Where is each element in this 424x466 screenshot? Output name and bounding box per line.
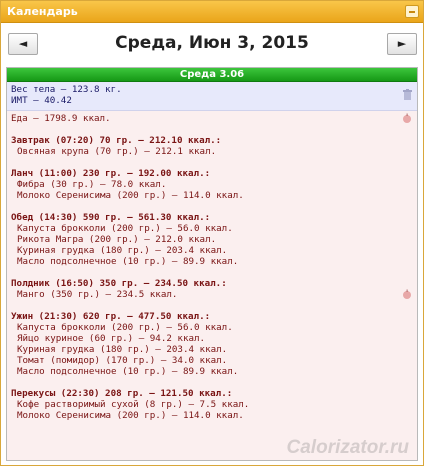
meal-item: Фибра (30 гр.) — 78.0 ккал. bbox=[17, 179, 167, 190]
meal-title: Обед (14:30) 590 гр. — 561.30 ккал.: bbox=[11, 212, 211, 223]
meal-item: Овсяная крупа (70 гр.) — 212.1 ккал. bbox=[17, 146, 217, 157]
meal-title: Ланч (11:00) 230 гр. — 192.00 ккал.: bbox=[11, 168, 211, 179]
body-weight: Вес тела — 123.8 кг. bbox=[11, 84, 122, 95]
meal-item: Масло подсолнечное (10 гр.) — 89.9 ккал. bbox=[17, 366, 239, 377]
date-heading: Среда, Июн 3, 2015 bbox=[115, 33, 309, 53]
prev-day-button[interactable]: ◄ bbox=[8, 33, 38, 55]
body-stats-block: Вес тела — 123.8 кг. ИМТ — 40.42 bbox=[7, 82, 417, 111]
calendar-widget: Календарь ◄ Среда, Июн 3, 2015 ► Среда 3… bbox=[0, 0, 424, 466]
meal-item: Капуста брокколи (200 гр.) — 56.0 ккал. bbox=[17, 322, 233, 333]
food-block: Еда — 1798.9 ккал. Завтрак (07:20) 70 гр… bbox=[7, 111, 417, 423]
day-header: Среда 3.06 bbox=[7, 68, 417, 82]
next-day-button[interactable]: ► bbox=[387, 33, 417, 55]
apple-icon[interactable] bbox=[402, 113, 412, 123]
day-panel: Среда 3.06 Вес тела — 123.8 кг. ИМТ — 40… bbox=[6, 67, 418, 461]
meal-title: Перекусы (22:30) 208 гр. — 121.50 ккал.: bbox=[11, 388, 233, 399]
meal-item: Молоко Серенисима (200 гр.) — 114.0 ккал… bbox=[17, 410, 244, 421]
apple-icon[interactable] bbox=[402, 289, 412, 299]
meal-title: Полдник (16:50) 350 гр. — 234.50 ккал.: bbox=[11, 278, 227, 289]
trash-icon[interactable] bbox=[403, 89, 412, 100]
food-total: Еда — 1798.9 ккал. bbox=[11, 113, 111, 124]
meal-item: Капуста брокколи (200 гр.) — 56.0 ккал. bbox=[17, 223, 233, 234]
meal-item: Кофе растворимый сухой (8 гр.) — 7.5 кка… bbox=[17, 399, 250, 410]
meal-item: Масло подсолнечное (10 гр.) — 89.9 ккал. bbox=[17, 256, 239, 267]
meal-title: Завтрак (07:20) 70 гр. — 212.10 ккал.: bbox=[11, 135, 222, 146]
meal-item: Яйцо куриное (60 гр.) — 94.2 ккал. bbox=[17, 333, 206, 344]
site-watermark: Calorizator.ru bbox=[286, 437, 409, 458]
widget-title: Календарь bbox=[7, 5, 78, 18]
meal-item: Куриная грудка (180 гр.) — 203.4 ккал. bbox=[17, 245, 228, 256]
meal-item: Куриная грудка (180 гр.) — 203.4 ккал. bbox=[17, 344, 228, 355]
meal-title: Ужин (21:30) 620 гр. — 477.50 ккал.: bbox=[11, 311, 211, 322]
meal-item: Молоко Серенисима (200 гр.) — 114.0 ккал… bbox=[17, 190, 244, 201]
meal-item: Манго (350 гр.) — 234.5 ккал. bbox=[17, 289, 178, 300]
widget-title-bar: Календарь bbox=[1, 1, 423, 23]
meal-item: Томат (помидор) (170 гр.) — 34.0 ккал. bbox=[17, 355, 228, 366]
meal-item: Рикота Магра (200 гр.) — 212.0 ккал. bbox=[17, 234, 217, 245]
minimize-icon[interactable] bbox=[405, 5, 419, 18]
bmi-value: ИМТ — 40.42 bbox=[11, 95, 72, 106]
